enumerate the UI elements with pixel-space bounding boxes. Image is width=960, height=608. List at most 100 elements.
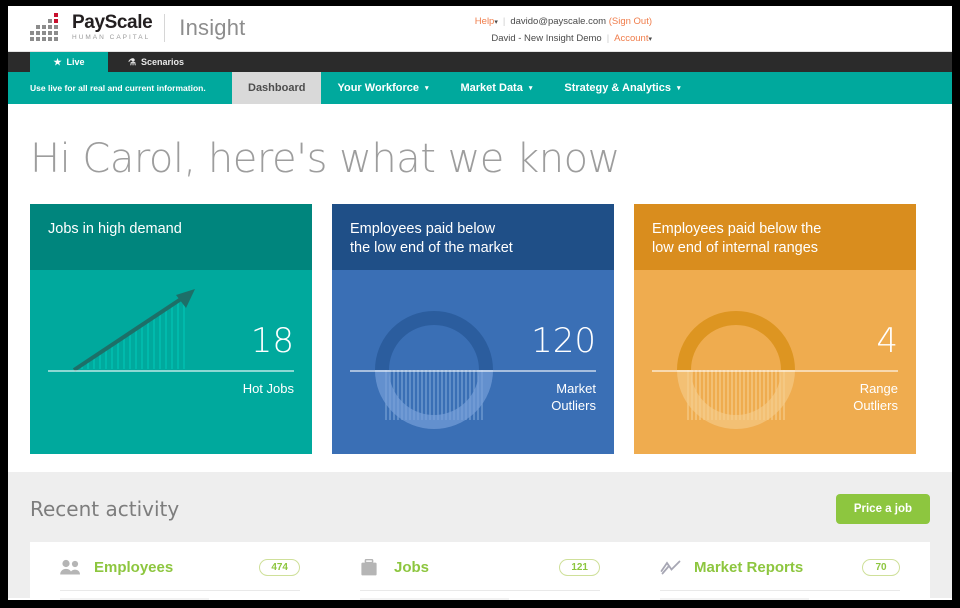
brand-divider: [164, 14, 166, 42]
kpi-card-market-outliers[interactable]: Employees paid below the low end of the …: [332, 204, 614, 454]
star-icon: ★: [53, 56, 62, 67]
card-value: 18: [250, 321, 294, 361]
activity-panel: Employees 474 Jobs 121 Market Reports 70: [30, 542, 930, 600]
tab-scenarios-label: Scenarios: [141, 57, 185, 67]
line-chart-icon: [660, 558, 682, 576]
logo[interactable]: PayScale HUMAN CAPITAL Insight: [30, 13, 245, 43]
donut-ring-icon: [375, 311, 493, 429]
card-title: Employees paid below the low end of inte…: [652, 220, 898, 258]
card-value: 120: [531, 321, 596, 361]
divider: |: [502, 16, 506, 27]
activity-row: Market Reports 70: [660, 558, 900, 576]
nav-label: Dashboard: [248, 82, 306, 94]
activity-count-badge: 474: [259, 558, 300, 576]
briefcase-icon: [360, 558, 382, 576]
account-row-top: Help▾ | davido@payscale.com (Sign Out): [322, 14, 652, 31]
card-header: Employees paid below the low end of the …: [332, 204, 614, 270]
activity-divider: [360, 590, 600, 591]
help-caret-icon[interactable]: ▾: [494, 19, 498, 26]
nav-label: Your Workforce: [337, 82, 419, 94]
card-title-line1: Employees paid below: [350, 221, 496, 237]
chevron-down-icon: ▾: [676, 85, 681, 92]
card-title: Employees paid below the low end of the …: [350, 220, 596, 258]
kpi-card-range-outliers[interactable]: Employees paid below the low end of inte…: [634, 204, 916, 454]
rising-arrow-icon: [72, 289, 195, 372]
account-row-bottom: David - New Insight Demo | Account▾: [322, 31, 652, 48]
card-caption: Hot Jobs: [242, 381, 294, 396]
card-caption-line1: Range: [859, 381, 898, 396]
card-body: 120 Market Outliers: [332, 270, 614, 454]
nav-item-market-data[interactable]: Market Data ▾: [444, 72, 548, 104]
card-caption-line2: Outliers: [551, 398, 596, 413]
payscale-dotgrid-icon: [30, 13, 64, 43]
donut-ring-icon: [677, 311, 795, 429]
card-rule: [652, 370, 898, 372]
recent-activity-section: Recent activity Price a job Employees 47…: [8, 472, 952, 600]
card-caption: Market Outliers: [551, 380, 596, 414]
card-rule: [350, 370, 596, 372]
price-a-job-button[interactable]: Price a job: [835, 494, 930, 524]
sign-out-link[interactable]: (Sign Out): [609, 16, 652, 27]
card-body: 4 Range Outliers: [634, 270, 916, 454]
section-title: Recent activity: [30, 497, 180, 521]
activity-row: Jobs 121: [360, 558, 600, 576]
account-area: Help▾ | davido@payscale.com (Sign Out) Dav…: [322, 14, 652, 48]
letterbox-left: [0, 0, 8, 608]
activity-divider: [660, 590, 900, 591]
card-caption-line1: Market: [556, 381, 596, 396]
card-title-line1: Employees paid below the: [652, 221, 822, 237]
card-caption-line2: Outliers: [853, 398, 898, 413]
top-header: PayScale HUMAN CAPITAL Insight Help▾ | dav…: [8, 6, 952, 52]
page-title: Hi Carol, here's what we know: [30, 136, 620, 182]
kpi-card-hot-jobs[interactable]: Jobs in high demand 18 Hot Jobs: [30, 204, 312, 454]
activity-row: Employees 474: [60, 558, 300, 576]
tab-live[interactable]: ★ Live: [30, 52, 108, 72]
flask-icon: ⚗: [127, 56, 137, 67]
activity-label: Jobs: [394, 558, 430, 576]
activity-count-badge: 70: [862, 558, 900, 576]
mode-tabstrip: ★ Live ⚗ Scenarios: [8, 52, 952, 72]
card-caption: Range Outliers: [853, 380, 898, 414]
tab-scenarios[interactable]: ⚗ Scenarios: [108, 52, 204, 72]
nav-item-your-workforce[interactable]: Your Workforce ▾: [321, 72, 444, 104]
page-root: PayScale HUMAN CAPITAL Insight Help▾ | dav…: [8, 6, 952, 600]
activity-count-badge: 121: [559, 558, 600, 576]
card-value: 4: [876, 321, 898, 361]
live-mode-note: Use live for all real and current inform…: [30, 83, 206, 93]
chevron-down-icon: ▾: [528, 85, 533, 92]
account-user-line: David - New Insight Demo: [491, 33, 602, 44]
letterbox-top: [0, 0, 960, 6]
nav-item-strategy-analytics[interactable]: Strategy & Analytics ▾: [548, 72, 696, 104]
card-header: Jobs in high demand: [30, 204, 312, 270]
account-email: davido@payscale.com: [510, 16, 607, 27]
activity-label: Market Reports: [694, 558, 804, 576]
recent-activity-header: Recent activity Price a job: [30, 494, 930, 542]
activity-column-jobs[interactable]: Jobs 121: [330, 558, 630, 600]
activity-column-market-reports[interactable]: Market Reports 70: [630, 558, 930, 600]
nav-label: Market Data: [460, 82, 523, 94]
tab-live-label: Live: [66, 57, 85, 67]
nav-label: Strategy & Analytics: [564, 82, 671, 94]
letterbox-bottom: [0, 600, 960, 608]
app-screenshot: PayScale HUMAN CAPITAL Insight Help▾ | dav…: [0, 0, 960, 608]
card-body: 18 Hot Jobs: [30, 270, 312, 454]
letterbox-right: [952, 0, 960, 608]
account-caret-icon[interactable]: ▾: [648, 36, 652, 43]
chevron-down-icon: ▾: [424, 85, 429, 92]
brand-name: PayScale: [72, 12, 153, 33]
main-navbar: Use live for all real and current inform…: [8, 72, 952, 104]
activity-divider: [60, 590, 300, 591]
people-icon: [60, 558, 82, 576]
divider: |: [606, 33, 610, 44]
brand-tagline: HUMAN CAPITAL: [72, 34, 151, 41]
activity-column-employees[interactable]: Employees 474: [30, 558, 330, 600]
card-title-line2: the low end of the market: [350, 240, 513, 256]
account-menu-link[interactable]: Account: [614, 33, 648, 44]
kpi-card-row: Jobs in high demand 18 Hot Jobs Employee…: [8, 204, 952, 454]
card-title: Jobs in high demand: [48, 221, 182, 237]
nav-item-dashboard[interactable]: Dashboard: [232, 72, 322, 104]
card-rule: [48, 370, 294, 372]
card-header: Employees paid below the low end of inte…: [634, 204, 916, 270]
help-link[interactable]: Help: [475, 16, 495, 27]
card-title-line2: low end of internal ranges: [652, 240, 819, 256]
